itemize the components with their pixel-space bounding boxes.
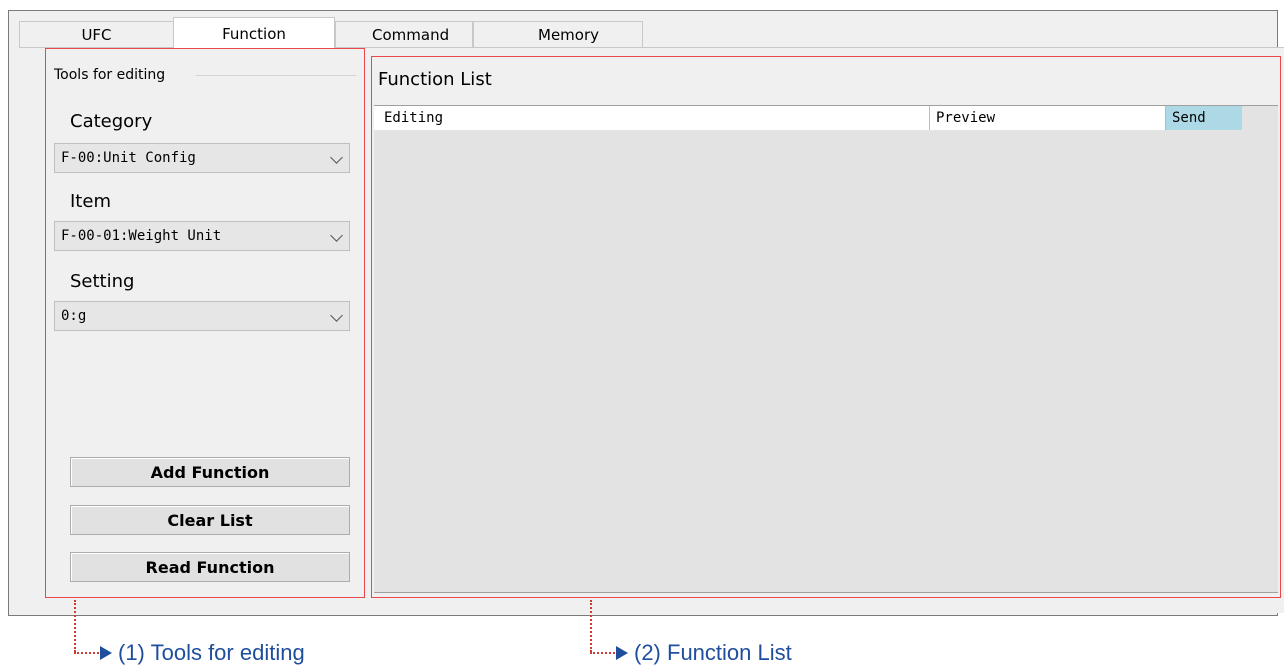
column-header-send[interactable]: Send bbox=[1166, 106, 1242, 130]
arrow-right-icon bbox=[100, 646, 112, 660]
function-list-title: Function List bbox=[378, 69, 492, 90]
tab-command[interactable]: Command bbox=[335, 21, 473, 47]
tools-group-legend: Tools for editing bbox=[54, 67, 169, 83]
tools-panel: Tools for editing Category F-00:Unit Con… bbox=[45, 48, 365, 598]
group-divider bbox=[196, 75, 356, 76]
annotation-list-label: (2) Function List bbox=[634, 640, 792, 665]
read-function-button[interactable]: Read Function bbox=[70, 552, 350, 582]
tab-strip: UFC Function Command Memory bbox=[9, 11, 1277, 49]
item-select-value: F-00-01:Weight Unit bbox=[61, 228, 222, 244]
annotation-leader-list bbox=[590, 600, 592, 652]
annotation-leader-tools-h bbox=[74, 652, 102, 654]
tab-function[interactable]: Function bbox=[173, 17, 335, 49]
category-label: Category bbox=[70, 111, 153, 132]
clear-list-button[interactable]: Clear List bbox=[70, 505, 350, 535]
setting-label: Setting bbox=[70, 271, 135, 292]
item-select[interactable]: F-00-01:Weight Unit bbox=[54, 221, 350, 251]
category-select[interactable]: F-00:Unit Config bbox=[54, 143, 350, 173]
list-header: Editing Preview Send bbox=[374, 106, 1242, 131]
setting-select[interactable]: 0:g bbox=[54, 301, 350, 331]
function-list-view[interactable]: Editing Preview Send bbox=[374, 105, 1278, 593]
tab-ufc[interactable]: UFC bbox=[19, 21, 174, 47]
arrow-right-icon bbox=[616, 646, 628, 660]
add-function-button[interactable]: Add Function bbox=[70, 457, 350, 487]
function-list-panel: Function List Editing Preview Send bbox=[371, 56, 1281, 598]
chevron-down-icon bbox=[330, 229, 343, 242]
column-header-editing[interactable]: Editing bbox=[374, 106, 930, 130]
item-label: Item bbox=[70, 191, 111, 212]
column-header-preview[interactable]: Preview bbox=[930, 106, 1166, 130]
annotation-leader-tools bbox=[74, 600, 76, 652]
annotation-leader-list-h bbox=[590, 652, 618, 654]
chevron-down-icon bbox=[330, 309, 343, 322]
chevron-down-icon bbox=[330, 151, 343, 164]
category-select-value: F-00:Unit Config bbox=[61, 150, 196, 166]
setting-select-value: 0:g bbox=[61, 308, 87, 324]
annotation-tools-label: (1) Tools for editing bbox=[118, 640, 305, 665]
tab-memory[interactable]: Memory bbox=[473, 21, 643, 47]
